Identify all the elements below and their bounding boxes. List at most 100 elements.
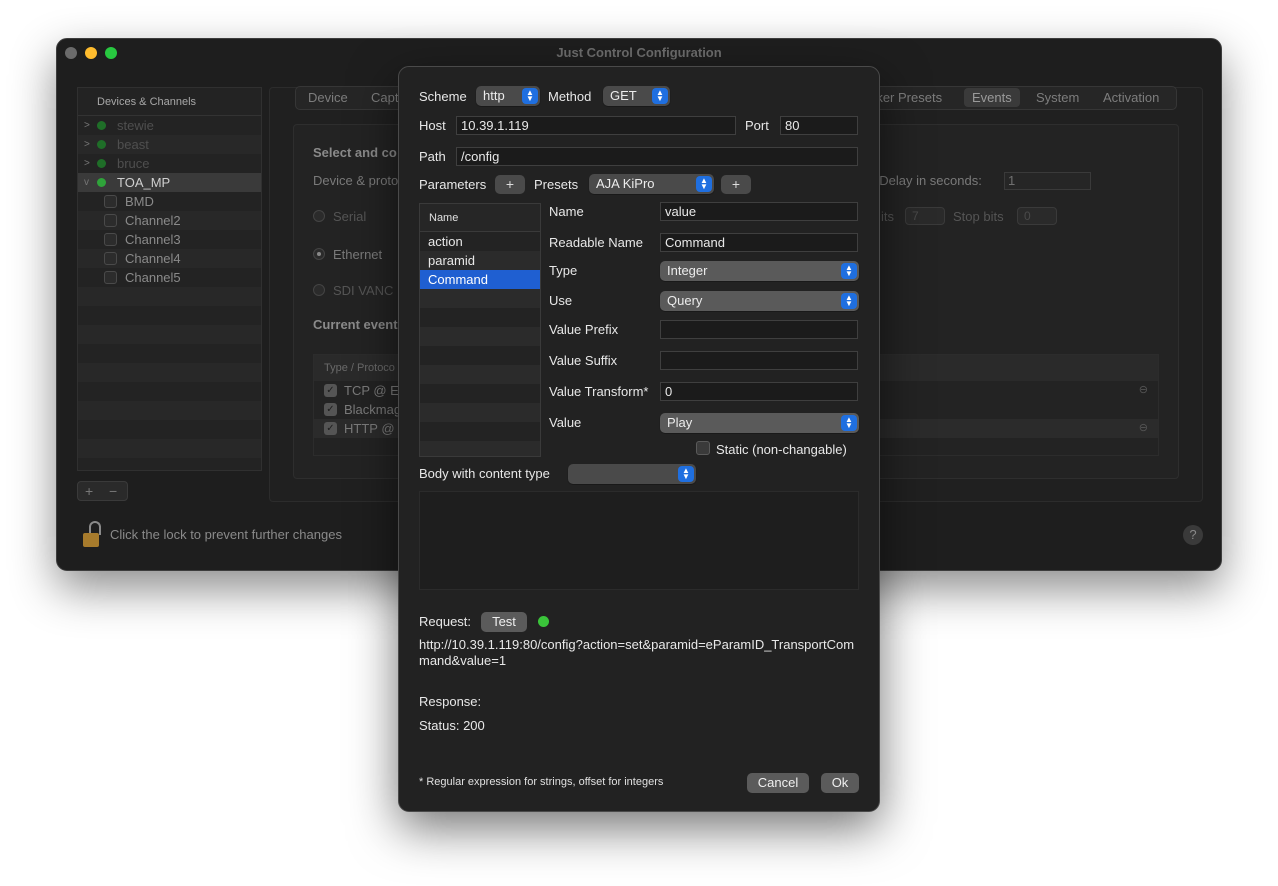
delay-field[interactable]: 1: [1004, 172, 1091, 190]
port-field[interactable]: 80: [780, 116, 858, 135]
tab-events[interactable]: Events: [964, 88, 1020, 107]
table-row[interactable]: action: [420, 232, 540, 251]
table-row-selected[interactable]: Command: [420, 270, 540, 289]
value-transform-field[interactable]: 0: [660, 382, 858, 401]
sidebar-empty-row: [78, 287, 261, 306]
sidebar-empty-row: [78, 382, 261, 401]
sidebar-channel-row[interactable]: Channel2: [78, 211, 261, 230]
readable-name-field[interactable]: Command: [660, 233, 858, 252]
ok-button[interactable]: Ok: [821, 773, 859, 793]
tab-marker-presets[interactable]: rker Presets: [872, 90, 942, 105]
chevron-right-icon[interactable]: >: [84, 135, 90, 154]
delay-label: t/Delay in seconds:: [872, 173, 982, 188]
value-suffix-field[interactable]: [660, 351, 858, 370]
checkmark-icon[interactable]: ✓: [324, 384, 337, 397]
channel-checkbox[interactable]: [104, 214, 117, 227]
sidebar-channel-row[interactable]: Channel4: [78, 249, 261, 268]
status-dot-icon: [97, 178, 106, 187]
add-parameter-button[interactable]: +: [495, 175, 525, 194]
path-field[interactable]: /config: [456, 147, 858, 166]
add-device-button[interactable]: +: [85, 482, 93, 500]
table-row: [420, 346, 540, 365]
serial-radio[interactable]: [313, 210, 325, 222]
method-label: Method: [548, 89, 592, 104]
presets-label: Presets: [534, 177, 579, 192]
channel-label: Channel2: [125, 213, 181, 228]
parameters-table-header[interactable]: Name: [420, 204, 540, 232]
lock-hint: Click the lock to prevent further change…: [110, 527, 342, 542]
channel-checkbox[interactable]: [104, 233, 117, 246]
sidebar-device-row[interactable]: > stewie: [78, 116, 261, 135]
remove-circle-icon[interactable]: ⊖: [1139, 381, 1148, 400]
data-bits-stepper[interactable]: 7: [905, 207, 945, 225]
sidebar-device-row-selected[interactable]: v TOA_MP: [78, 173, 261, 192]
type-popup[interactable]: Integer ▲ ▼: [660, 261, 859, 281]
sdi-vanc-label: SDI VANC: [333, 283, 394, 298]
use-label: Use: [549, 293, 573, 308]
checkmark-icon[interactable]: ✓: [324, 422, 337, 435]
value-popup[interactable]: Play ▲ ▼: [660, 413, 859, 433]
remove-circle-icon[interactable]: ⊖: [1139, 419, 1148, 438]
presets-popup[interactable]: AJA KiPro ▲ ▼: [589, 174, 714, 194]
table-row: [420, 308, 540, 327]
sidebar-empty-row: [78, 401, 261, 420]
channel-label: Channel5: [125, 270, 181, 285]
stop-bits-stepper[interactable]: 0: [1017, 207, 1057, 225]
value-prefix-label: Value Prefix: [549, 322, 619, 337]
sidebar-empty-row: [78, 363, 261, 382]
sdi-vanc-radio[interactable]: [313, 284, 325, 296]
table-row: [420, 327, 540, 346]
ethernet-label: Ethernet: [333, 247, 383, 262]
device-label: beast: [117, 137, 149, 152]
cancel-button[interactable]: Cancel: [747, 773, 809, 793]
chevron-down-icon[interactable]: v: [84, 173, 89, 192]
chevron-up-down-icon: ▲ ▼: [841, 415, 857, 431]
scheme-popup[interactable]: http ▲ ▼: [476, 86, 540, 106]
data-bits-label: its: [881, 209, 894, 224]
name-label: Name: [549, 204, 584, 219]
use-popup[interactable]: Query ▲ ▼: [660, 291, 859, 311]
tab-device[interactable]: Device: [308, 90, 348, 105]
status-text: Status: 200: [419, 718, 485, 733]
test-button[interactable]: Test: [481, 612, 527, 632]
request-url: http://10.39.1.119:80/config?action=set&…: [419, 637, 855, 668]
channel-checkbox[interactable]: [104, 195, 117, 208]
remove-device-button[interactable]: −: [109, 482, 117, 500]
method-popup[interactable]: GET ▲ ▼: [603, 86, 670, 106]
chevron-right-icon[interactable]: >: [84, 116, 90, 135]
tab-system[interactable]: System: [1036, 90, 1079, 105]
chevron-up-down-icon: ▲ ▼: [678, 466, 694, 482]
sidebar-channel-row[interactable]: Channel3: [78, 230, 261, 249]
ethernet-radio[interactable]: [313, 248, 325, 260]
select-label: Select and co: [313, 145, 397, 160]
sidebar-empty-row: [78, 344, 261, 363]
value-value: Play: [667, 415, 693, 430]
help-button[interactable]: ?: [1183, 525, 1203, 545]
content-type-popup[interactable]: ▲ ▼: [568, 464, 696, 484]
add-preset-button[interactable]: +: [721, 175, 751, 194]
status-dot-icon: [97, 159, 106, 168]
parameters-label: Parameters: [419, 177, 487, 192]
window-title: Just Control Configuration: [556, 45, 722, 60]
channel-checkbox[interactable]: [104, 252, 117, 265]
presets-value: AJA KiPro: [596, 176, 655, 191]
sidebar-device-row[interactable]: > bruce: [78, 154, 261, 173]
checkmark-icon[interactable]: ✓: [324, 403, 337, 416]
tab-activation[interactable]: Activation: [1103, 90, 1159, 105]
tab-capture[interactable]: Capt: [371, 90, 398, 105]
chevron-right-icon[interactable]: >: [84, 154, 90, 173]
event-label: HTTP @ I: [344, 421, 402, 436]
sidebar-channel-row[interactable]: Channel5: [78, 268, 261, 287]
table-row[interactable]: paramid: [420, 251, 540, 270]
host-label: Host: [419, 118, 446, 133]
host-field[interactable]: 10.39.1.119: [456, 116, 736, 135]
name-field[interactable]: value: [660, 202, 858, 221]
body-text-area[interactable]: [419, 491, 859, 590]
sidebar-channel-row[interactable]: BMD: [78, 192, 261, 211]
parameters-table: Name action paramid Command: [419, 203, 541, 457]
value-prefix-field[interactable]: [660, 320, 858, 339]
channel-checkbox[interactable]: [104, 271, 117, 284]
sidebar-device-row[interactable]: > beast: [78, 135, 261, 154]
static-checkbox[interactable]: [696, 441, 710, 455]
lock-icon[interactable]: [81, 521, 103, 551]
